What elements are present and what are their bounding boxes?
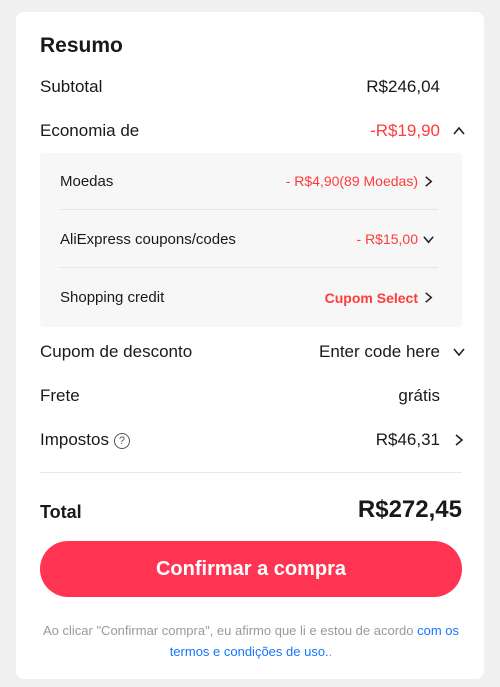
subtotal-value: R$246,04 [366, 77, 440, 96]
shipping-label: Frete [40, 386, 80, 405]
coins-label: Moedas [60, 172, 114, 190]
coupons-label: AliExpress coupons/codes [60, 230, 236, 248]
taxes-label-group: Impostos? [40, 430, 130, 450]
taxes-label: Impostos [40, 430, 109, 449]
shopping-credit-value: Cupom Select [324, 289, 418, 306]
chevron-right-icon[interactable] [418, 287, 438, 307]
taxes-value: R$46,31 [375, 430, 440, 449]
savings-breakdown-panel: Moedas - R$4,90(89 Moedas) AliExpress co… [40, 153, 462, 327]
savings-item-coins[interactable]: Moedas - R$4,90(89 Moedas) [60, 153, 438, 210]
help-icon[interactable]: ? [113, 432, 130, 449]
coupon-label: Cupom de desconto [40, 342, 193, 361]
taxes-row[interactable]: Impostos? R$46,31 [40, 425, 440, 455]
confirm-purchase-button[interactable]: Confirmar a compra [40, 541, 462, 597]
savings-value: -R$19,90 [370, 121, 440, 140]
chevron-right-icon[interactable] [448, 429, 470, 451]
order-summary-card: Resumo Subtotal R$246,04 Economia de -R$… [16, 12, 484, 679]
total-value: R$272,45 [357, 496, 462, 523]
shopping-credit-label: Shopping credit [60, 289, 165, 306]
coupon-row[interactable]: Cupom de desconto Enter code here [40, 337, 440, 367]
terms-disclaimer: Ao clicar "Confirmar compra", eu afirmo … [40, 620, 462, 662]
savings-item-coupons[interactable]: AliExpress coupons/codes - R$15,00 [60, 211, 438, 268]
savings-item-shopping-credit[interactable]: Shopping credit Cupom Select [60, 269, 438, 326]
summary-title: Resumo [40, 34, 123, 57]
shipping-row: Frete grátis [40, 381, 440, 411]
chevron-right-icon[interactable] [418, 171, 438, 191]
coins-value: - R$4,90(89 Moedas) [285, 173, 418, 189]
chevron-down-icon[interactable] [448, 341, 470, 363]
chevron-down-icon[interactable] [418, 229, 438, 249]
shipping-value: grátis [398, 386, 440, 405]
savings-label: Economia de [40, 121, 140, 140]
chevron-up-icon[interactable] [448, 120, 470, 142]
subtotal-row: Subtotal R$246,04 [40, 72, 440, 102]
coupons-value: - R$15,00 [356, 231, 418, 247]
subtotal-label: Subtotal [40, 77, 103, 96]
divider [40, 472, 462, 473]
total-label: Total [40, 502, 82, 522]
savings-row[interactable]: Economia de -R$19,90 [40, 116, 440, 146]
disclaimer-suffix: . [328, 644, 333, 659]
coupon-input[interactable]: Enter code here [319, 342, 440, 362]
disclaimer-text: Ao clicar "Confirmar compra", eu afirmo … [42, 623, 418, 638]
